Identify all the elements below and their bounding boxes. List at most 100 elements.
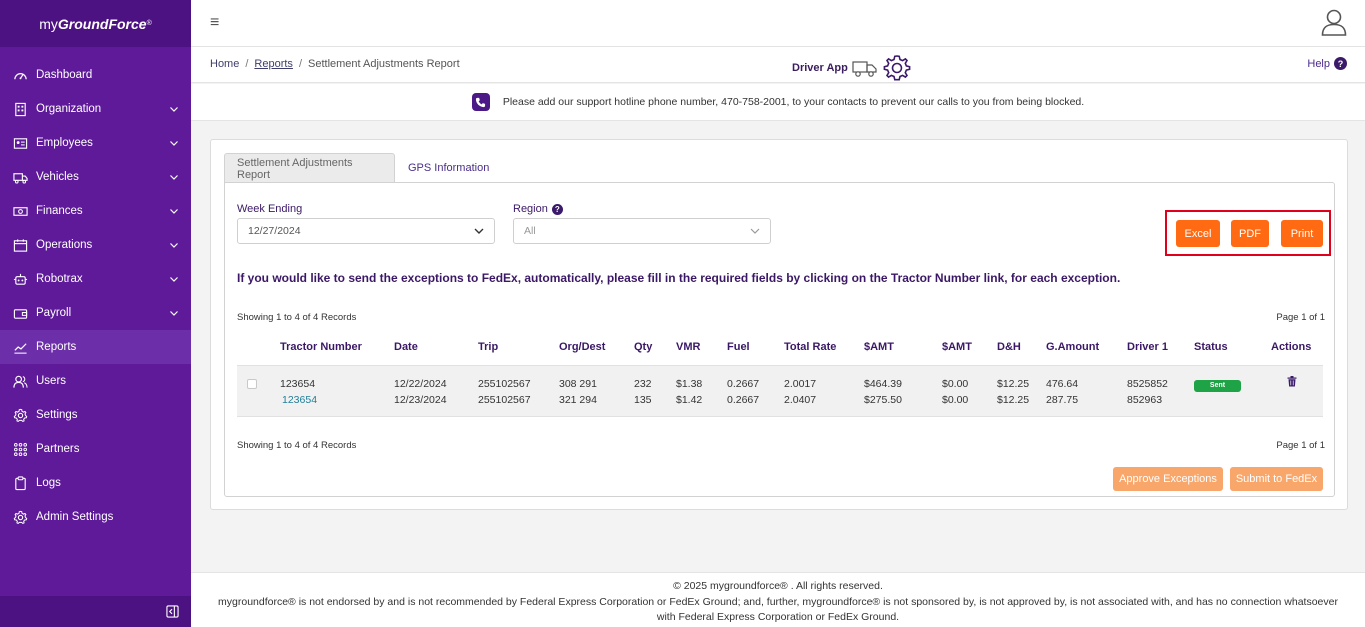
col-driver-1[interactable]: Driver 1: [1127, 330, 1194, 366]
col-org-dest[interactable]: Org/Dest: [559, 330, 634, 366]
sidebar-item-robotrax[interactable]: Robotrax: [0, 262, 191, 296]
phone-icon: [471, 93, 490, 111]
chevron-down-icon: [170, 277, 178, 282]
sidebar-item-vehicles[interactable]: Vehicles: [0, 160, 191, 194]
vmr-cell: $1.38: [676, 377, 703, 390]
instruction-text: If you would like to send the exceptions…: [237, 271, 1121, 285]
sidebar-item-payroll[interactable]: Payroll: [0, 296, 191, 330]
sidebar-item-operations[interactable]: Operations: [0, 228, 191, 262]
gear-icon[interactable]: [882, 53, 912, 83]
chevron-down-icon: [750, 228, 760, 234]
status-badge: Sent: [1194, 379, 1241, 392]
tractor-number-cell: 123654: [280, 377, 316, 390]
col-qty[interactable]: Qty: [634, 330, 676, 366]
collapse-sidebar-icon[interactable]: [166, 605, 179, 618]
page-indicator-bottom: Page 1 of 1: [1276, 440, 1325, 451]
sidebar-item-partners[interactable]: Partners: [0, 432, 191, 466]
chevron-down-icon: [170, 107, 178, 112]
col-status[interactable]: Status: [1194, 330, 1271, 366]
sidebar-item-label: Admin Settings: [36, 511, 114, 523]
sidebar-item-finances[interactable]: Finances: [0, 194, 191, 228]
tab-settlement-adjustments[interactable]: Settlement Adjustments Report: [224, 153, 395, 183]
region-select[interactable]: All: [513, 218, 771, 244]
col-total-rate[interactable]: Total Rate: [784, 330, 864, 366]
driver-app-link[interactable]: Driver App: [792, 53, 912, 83]
tractor-number-link[interactable]: 123654: [280, 392, 394, 408]
col-fuel[interactable]: Fuel: [727, 330, 784, 366]
amt-cell: $0.00: [942, 393, 969, 406]
g-amount-cell: 287.75: [1046, 393, 1079, 406]
top-bar: ≡: [191, 0, 1365, 47]
sidebar-item-label: Partners: [36, 443, 80, 455]
grid-icon: [12, 441, 28, 457]
sidebar-item-label: Operations: [36, 239, 93, 251]
table-header-row: Tractor Number Date Trip Org/Dest Qty VM…: [237, 330, 1323, 366]
brand-logo[interactable]: my GroundForce ®: [0, 0, 191, 47]
tab-gps-information[interactable]: GPS Information: [396, 153, 501, 183]
print-button[interactable]: Print: [1281, 220, 1323, 247]
col-dh[interactable]: D&H: [997, 330, 1046, 366]
region-help-icon[interactable]: ?: [551, 203, 563, 215]
sidebar-item-settings[interactable]: Settings: [0, 398, 191, 432]
col-amt-1[interactable]: $AMT: [864, 330, 942, 366]
col-actions: Actions: [1271, 330, 1323, 366]
col-date[interactable]: Date: [394, 330, 478, 366]
sidebar-item-label: Logs: [36, 477, 61, 489]
org-dest-cell: 308 291: [559, 377, 597, 390]
breadcrumb-home[interactable]: Home: [210, 58, 239, 70]
g-amount-cell: 476.64: [1046, 377, 1079, 390]
truck-icon: [12, 169, 28, 185]
submit-to-fedex-button[interactable]: Submit to FedEx: [1230, 467, 1323, 491]
help-link[interactable]: Help?: [1307, 57, 1347, 70]
col-g-amount[interactable]: G.Amount: [1046, 330, 1127, 366]
fuel-cell: 0.2667: [727, 393, 760, 406]
row-checkbox[interactable]: [247, 378, 257, 389]
sidebar-item-label: Finances: [36, 205, 83, 217]
sidebar-item-users[interactable]: Users: [0, 364, 191, 398]
truck-icon: [852, 61, 877, 77]
org-dest-cell: 321 294: [559, 393, 597, 406]
chevron-down-icon: [170, 141, 178, 146]
disclaimer-text: mygroundforce® is not endorsed by and is…: [218, 595, 1338, 608]
col-tractor-number[interactable]: Tractor Number: [280, 330, 394, 366]
menu-toggle-icon[interactable]: ≡: [210, 14, 219, 32]
sidebar-item-dashboard[interactable]: Dashboard: [0, 58, 191, 92]
sidebar-item-label: Users: [36, 375, 67, 387]
total-rate-cell: 2.0407: [784, 393, 817, 406]
sidebar-item-label: Payroll: [36, 307, 72, 319]
sidebar-item-label: Employees: [36, 137, 93, 149]
col-amt-2[interactable]: $AMT: [942, 330, 997, 366]
sidebar-item-label: Robotrax: [36, 273, 83, 285]
chevron-down-icon: [170, 175, 178, 180]
id-card-icon: [12, 135, 28, 151]
sidebar-item-logs[interactable]: Logs: [0, 466, 191, 500]
pdf-button[interactable]: PDF: [1231, 220, 1269, 247]
week-ending-select[interactable]: 12/27/2024: [237, 218, 495, 244]
user-avatar-icon[interactable]: [1321, 8, 1347, 36]
trip-cell: 255102567: [478, 393, 531, 406]
sidebar-nav: Dashboard Organization Employees Vehicles Fi…: [0, 47, 191, 534]
copyright-text: © 2025 mygroundforce® . All rights reser…: [673, 580, 883, 592]
fuel-cell: 0.2667: [727, 377, 760, 390]
region-label: Region?: [513, 203, 563, 215]
help-icon: ?: [1334, 57, 1347, 70]
col-vmr[interactable]: VMR: [676, 330, 727, 366]
qty-cell: 232: [634, 377, 652, 390]
trash-icon[interactable]: [1287, 375, 1297, 387]
sidebar-item-organization[interactable]: Organization: [0, 92, 191, 126]
col-trip[interactable]: Trip: [478, 330, 559, 366]
sidebar-item-employees[interactable]: Employees: [0, 126, 191, 160]
sidebar-item-reports[interactable]: Reports: [0, 330, 191, 364]
dh-cell: $12.25: [997, 393, 1030, 406]
breadcrumb-bar: Home / Reports / Settlement Adjustments Repo…: [191, 47, 1365, 83]
sidebar-item-admin-settings[interactable]: Admin Settings: [0, 500, 191, 534]
approve-exceptions-button[interactable]: Approve Exceptions: [1113, 467, 1223, 491]
chart-icon: [12, 339, 28, 355]
breadcrumb-reports[interactable]: Reports: [254, 58, 293, 70]
amt-cell: $0.00: [942, 377, 969, 390]
exceptions-table: Tractor Number Date Trip Org/Dest Qty VM…: [237, 330, 1323, 417]
report-panel: Week Ending 12/27/2024 Region? All Excel…: [224, 182, 1335, 497]
sidebar-footer: [0, 596, 191, 627]
dh-cell: $12.25: [997, 377, 1030, 390]
excel-button[interactable]: Excel: [1176, 220, 1220, 247]
